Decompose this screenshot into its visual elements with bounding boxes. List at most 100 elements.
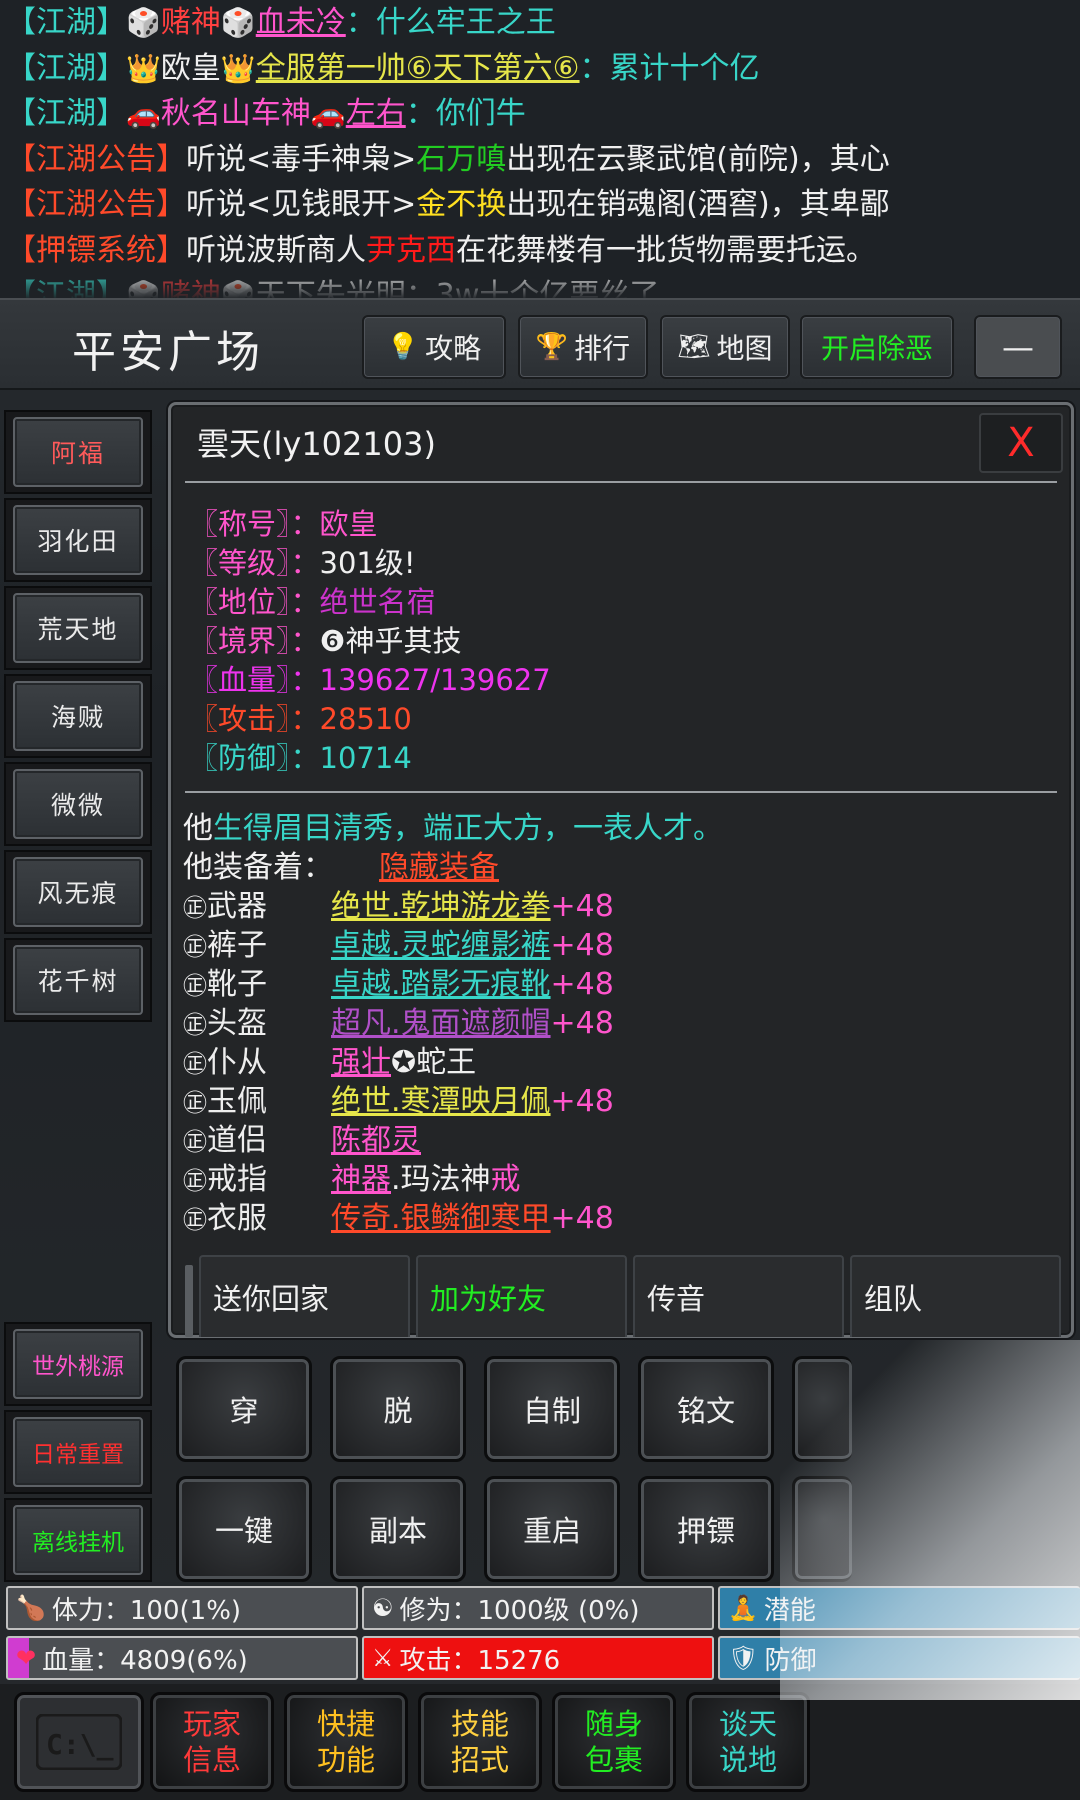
equipment-item-link[interactable]: 超凡.鬼面遮颜帽 — [331, 1006, 551, 1041]
equipment-item-link[interactable]: 绝世.乾坤游龙拳 — [331, 889, 551, 924]
npc-button[interactable]: 羽化田 — [4, 498, 152, 582]
equipment-item-link[interactable]: 陈都灵 — [331, 1123, 421, 1158]
scroll-handle[interactable] — [185, 1265, 193, 1337]
sidebar-feature-button[interactable]: 离线挂机 — [4, 1498, 152, 1582]
guide-button[interactable]: 💡 攻略 — [362, 315, 506, 379]
chat-text: 金不换 — [416, 187, 507, 222]
chat-text: 在花舞楼有一批货物需要托运。 — [456, 232, 876, 268]
equipment-item-link[interactable]: 绝世.寒潭映月佩 — [331, 1084, 551, 1119]
chat-text: 【押镖系统】 — [6, 232, 186, 268]
enhancement-level: +48 — [550, 928, 614, 963]
location-header: 平安广场 💡 攻略 🏆 排行 🗺 地图 开启除恶 — — [0, 298, 1080, 390]
terminal-icon: C:\_ — [36, 1714, 122, 1770]
start-evil-hunt-button[interactable]: 开启除恶 — [800, 315, 954, 379]
npc-label: 海贼 — [13, 681, 143, 751]
equipped-mark-icon: ㊣ — [183, 894, 207, 922]
action-grid-button[interactable]: 铭文 — [638, 1356, 774, 1462]
bottom-menu-button[interactable]: 随身 包裹 — [552, 1692, 676, 1792]
action-grid-button[interactable]: 重启 — [484, 1476, 620, 1582]
potential-bar: 🧘 潜能 — [718, 1586, 1080, 1630]
stat-key: 〖等级〗： — [189, 546, 320, 580]
equipment-row: ㊣武器 绝世.乾坤游龙拳+48 — [183, 887, 614, 926]
action-grid-button[interactable]: 押镖 — [638, 1476, 774, 1582]
crossed-swords-icon: ⚔ — [372, 1644, 394, 1672]
menu-label-line: 信息 — [182, 1743, 241, 1777]
equipment-slot: 靴子 — [207, 967, 267, 1002]
equipment-item-link[interactable]: 卓越.踏影无痕靴 — [331, 967, 551, 1002]
player-name: 雲天(ly102103) — [197, 425, 436, 463]
npc-button[interactable]: 阿福 — [4, 410, 152, 494]
stat-value: 301级! — [319, 546, 416, 580]
menu-button[interactable]: — — [974, 315, 1062, 379]
equipment-item-link[interactable]: 神器 — [331, 1162, 391, 1197]
profile-action-button[interactable]: 加为好友 — [416, 1255, 627, 1337]
equipment-item-link[interactable]: 强壮 — [331, 1045, 391, 1080]
chat-text: 听说<见钱眼开> — [186, 187, 417, 222]
equipment-slot: 玉佩 — [207, 1084, 267, 1119]
action-grid-button[interactable]: 脱 — [330, 1356, 466, 1462]
grid-button-partial[interactable] — [792, 1476, 852, 1582]
player-name-link[interactable]: 血未冷 — [256, 5, 346, 40]
bottom-menu-button[interactable]: 玩家 信息 — [150, 1692, 274, 1792]
equipped-mark-icon: ㊣ — [183, 1011, 207, 1039]
stamina-bar: 🍗 体力：100(1%) — [6, 1586, 358, 1630]
bottom-menu-button[interactable]: 技能 招式 — [418, 1692, 542, 1792]
bottom-menu-button[interactable]: 谈天 说地 — [686, 1692, 810, 1792]
stat-value: 欧皇 — [319, 507, 378, 541]
chat-text: 【江湖】 — [6, 96, 126, 131]
description-text: 生得眉目清秀，端正大方，一表人才。 — [213, 811, 723, 846]
action-grid-button[interactable]: 穿 — [176, 1356, 312, 1462]
equipment-extra: 戒 — [490, 1162, 521, 1197]
player-name-link[interactable]: 全服第一帅⑥天下第六⑥ — [256, 51, 580, 86]
player-name-link[interactable]: 左右 — [346, 96, 406, 131]
attack-bar: ⚔ 攻击：15276 — [362, 1636, 714, 1680]
equipment-item-link[interactable]: 卓越.灵蛇缠影裤 — [331, 928, 551, 963]
stat-key: 〖血量〗： — [189, 663, 320, 697]
equipment-extra: ✪蛇王 — [391, 1045, 477, 1080]
rank-button[interactable]: 🏆 排行 — [518, 315, 648, 379]
stat-row: 〖称号〗：欧皇 — [189, 505, 378, 544]
equipment-row: ㊣裤子 卓越.灵蛇缠影裤+48 — [183, 926, 614, 965]
npc-button[interactable]: 微微 — [4, 762, 152, 846]
npc-button[interactable]: 荒天地 — [4, 586, 152, 670]
close-button[interactable]: X — [979, 413, 1063, 473]
chat-message: 【押镖系统】听说波斯商人尹克西在花舞楼有一批货物需要托运。 — [0, 228, 1080, 274]
chat-text: 尹克西 — [366, 232, 456, 268]
hidden-equipment-link[interactable]: 隐藏装备 — [379, 850, 499, 885]
enhancement-level: +48 — [550, 889, 614, 924]
npc-button[interactable]: 花千树 — [4, 938, 152, 1022]
equipment-row: ㊣戒指 神器.玛法神戒 — [183, 1160, 521, 1199]
sidebar-feature-label: 日常重置 — [13, 1417, 143, 1487]
grid-button-partial[interactable] — [792, 1356, 852, 1462]
sidebar-feature-button[interactable]: 日常重置 — [4, 1410, 152, 1494]
chat-text: 赌神 — [160, 5, 221, 40]
sidebar-feature-label: 离线挂机 — [13, 1505, 143, 1575]
bottom-menu-button[interactable]: 快捷 功能 — [284, 1692, 408, 1792]
divider — [185, 481, 1057, 483]
sidebar-feature-button[interactable]: 世外桃源 — [4, 1322, 152, 1406]
npc-button[interactable]: 海贼 — [4, 674, 152, 758]
equipped-mark-icon: ㊣ — [183, 1206, 207, 1234]
equipment-slot: 道侣 — [207, 1123, 267, 1158]
action-grid-button[interactable]: 自制 — [484, 1356, 620, 1462]
chat-message: 【江湖】🚗秋名山车神🚗左右：你们牛 — [0, 91, 1080, 137]
profile-action-button[interactable]: 传音 — [633, 1255, 844, 1337]
profile-action-button[interactable]: 送你回家 — [199, 1255, 410, 1337]
equipment-item-link[interactable]: 传奇.银鳞御寒甲 — [331, 1201, 551, 1236]
equipped-mark-icon: ㊣ — [183, 1089, 207, 1117]
map-button[interactable]: 🗺 地图 — [660, 315, 790, 379]
action-grid-button[interactable]: 副本 — [330, 1476, 466, 1582]
npc-label: 荒天地 — [13, 593, 143, 663]
chat-fade — [0, 268, 1080, 298]
equipment-header: 他装备着： 隐藏装备 — [183, 848, 499, 887]
chat-text: 【江湖公告】 — [6, 187, 186, 222]
chat-text: 出现在云聚武馆(前院)，其心 — [506, 141, 890, 177]
description-text: 他 — [183, 811, 213, 846]
profile-action-button[interactable]: 组队 — [850, 1255, 1061, 1337]
npc-button[interactable]: 风无痕 — [4, 850, 152, 934]
console-button[interactable]: C:\_ — [14, 1692, 144, 1792]
appearance-description: 他生得眉目清秀，端正大方，一表人才。 — [183, 809, 723, 848]
crown-icon: 👑 — [220, 51, 256, 85]
action-grid-button[interactable]: 一键 — [176, 1476, 312, 1582]
chat-text: ：什么牢王之王 — [345, 5, 556, 40]
